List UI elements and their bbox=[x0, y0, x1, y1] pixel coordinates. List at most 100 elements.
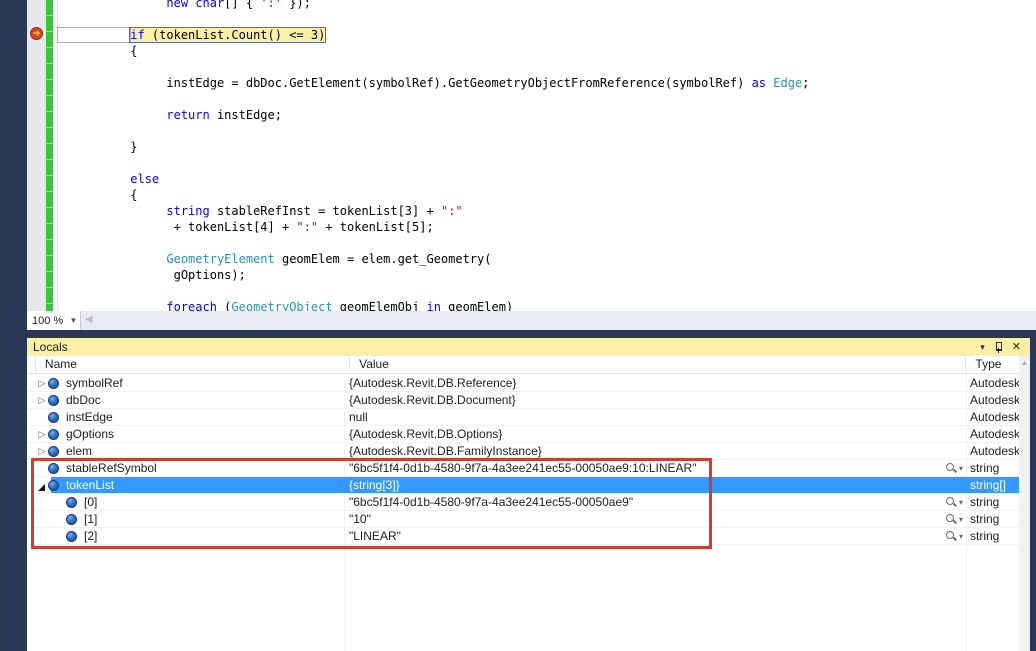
expander-collapsed-icon[interactable]: ▷ bbox=[36, 375, 48, 391]
code-token: instEdge; bbox=[210, 108, 282, 122]
code-line[interactable]: string stableRefInst = tokenList[3] + ":… bbox=[58, 203, 1036, 219]
variable-row[interactable]: ▷elem {Autodesk.Revit.DB.FamilyInstance} A… bbox=[27, 443, 1019, 460]
code-line[interactable]: else bbox=[58, 171, 1036, 187]
code-token: + tokenList[4] + bbox=[58, 220, 296, 234]
code-line[interactable] bbox=[58, 283, 1036, 299]
close-icon[interactable]: ✕ bbox=[1012, 342, 1021, 352]
variable-icon bbox=[66, 497, 77, 508]
expander-collapsed-icon[interactable]: ▷ bbox=[36, 443, 48, 459]
variable-value[interactable]: "6bc5f1f4-0d1b-4580-9f7a-4a3ee241ec55-00… bbox=[349, 495, 633, 509]
change-tracking-bar bbox=[46, 0, 53, 311]
column-header-value[interactable]: Value bbox=[350, 356, 966, 373]
scroll-up-arrow-icon[interactable]: ▲ bbox=[1019, 358, 1030, 367]
variable-row[interactable]: tokenList{string[3]}string[] bbox=[27, 477, 1019, 494]
variable-row[interactable]: [1]"10"▾string bbox=[27, 511, 1019, 528]
code-line[interactable] bbox=[58, 235, 1036, 251]
code-token: ; bbox=[802, 76, 809, 90]
scroll-left-arrow-icon[interactable]: ◀ bbox=[85, 314, 93, 325]
editor-zoom-select[interactable]: 100 % ▼ bbox=[27, 311, 81, 330]
breakpoint-current-statement-icon[interactable]: ➔ bbox=[30, 27, 43, 40]
variable-value[interactable]: {Autodesk.Revit.DB.FamilyInstance} bbox=[349, 444, 542, 458]
magnifier-dropdown-icon[interactable]: ▾ bbox=[959, 464, 963, 473]
name-cell: tokenList bbox=[27, 477, 344, 493]
variable-value[interactable]: {Autodesk.Revit.DB.Reference} bbox=[349, 376, 516, 390]
code-line[interactable]: GeometryElement geomElem = elem.get_Geom… bbox=[58, 251, 1036, 267]
code-token: + tokenList[5]; bbox=[318, 220, 434, 234]
column-header-type[interactable]: Type bbox=[966, 356, 1019, 373]
value-visualizer: ▾ bbox=[945, 530, 963, 542]
magnifier-icon[interactable] bbox=[945, 462, 957, 474]
magnifier-icon[interactable] bbox=[945, 513, 957, 525]
variable-row[interactable]: [0] "6bc5f1f4-0d1b-4580-9f7a-4a3ee241ec55… bbox=[27, 494, 1019, 511]
variable-value[interactable]: {Autodesk.Revit.DB.Options} bbox=[349, 427, 502, 441]
current-statement-highlight: if (tokenList.Count() <= 3) bbox=[130, 28, 325, 42]
locals-vertical-scrollbar[interactable]: ▲ bbox=[1019, 356, 1030, 651]
locals-grid-header[interactable]: Name Value Type bbox=[27, 356, 1019, 374]
code-token: ( bbox=[217, 300, 231, 311]
variable-value[interactable]: {Autodesk.Revit.DB.Document} bbox=[349, 393, 516, 407]
code-line[interactable] bbox=[58, 11, 1036, 27]
code-token: (tokenList.Count() <= 3) bbox=[145, 28, 326, 42]
code-line[interactable]: + tokenList[4] + ":" + tokenList[5]; bbox=[58, 219, 1036, 235]
code-line[interactable]: return instEdge; bbox=[58, 107, 1036, 123]
magnifier-dropdown-icon[interactable]: ▾ bbox=[959, 498, 963, 507]
magnifier-dropdown-icon[interactable]: ▾ bbox=[959, 532, 963, 541]
locals-titlebar[interactable]: Locals ▾✕ bbox=[27, 338, 1030, 356]
variable-value[interactable]: "6bc5f1f4-0d1b-4580-9f7a-4a3ee241ec55-00… bbox=[349, 461, 696, 475]
chevron-down-icon: ▼ bbox=[67, 316, 80, 325]
code-line[interactable]: new char[] { ':' }); bbox=[58, 0, 1036, 11]
value-cell: "6bc5f1f4-0d1b-4580-9f7a-4a3ee241ec55-00… bbox=[344, 494, 966, 510]
expander-collapsed-icon[interactable]: ▷ bbox=[36, 392, 48, 408]
code-token: ":" bbox=[441, 204, 463, 218]
code-editor[interactable]: ➔ new char[] { ':' }); if (tokenList.Cou… bbox=[27, 0, 1036, 311]
code-token: geomElem) bbox=[441, 300, 513, 311]
window-splitter[interactable] bbox=[0, 330, 1036, 338]
code-line[interactable] bbox=[58, 123, 1036, 139]
variable-value[interactable]: "LINEAR" bbox=[349, 529, 401, 543]
code-token: [] { bbox=[224, 0, 260, 10]
code-line[interactable]: instEdge = dbDoc.GetElement(symbolRef).G… bbox=[58, 75, 1036, 91]
type-cell: Autodesk.Revit.DB.FamilyInstance bbox=[966, 443, 1019, 459]
expander-expanded-icon[interactable] bbox=[38, 484, 45, 491]
code-area[interactable]: new char[] { ':' }); if (tokenList.Count… bbox=[58, 0, 1036, 311]
variable-value[interactable]: {string[3]} bbox=[349, 478, 400, 492]
value-cell: "6bc5f1f4-0d1b-4580-9f7a-4a3ee241ec55-00… bbox=[344, 460, 966, 476]
code-token bbox=[58, 0, 166, 10]
name-cell: [0] bbox=[27, 494, 344, 510]
code-line[interactable] bbox=[58, 155, 1036, 171]
code-line[interactable] bbox=[58, 59, 1036, 75]
magnifier-icon[interactable] bbox=[945, 530, 957, 542]
variable-value[interactable]: null bbox=[349, 410, 368, 424]
magnifier-icon[interactable] bbox=[945, 496, 957, 508]
code-line[interactable]: foreach (GeometryObject geomElemObj in g… bbox=[58, 299, 1036, 311]
code-line[interactable]: if (tokenList.Count() <= 3) bbox=[58, 27, 1036, 43]
variable-row[interactable]: ▷gOptions{Autodesk.Revit.DB.Options}Auto… bbox=[27, 426, 1019, 443]
variable-row[interactable]: ▷symbolRef{Autodesk.Revit.DB.Reference}A… bbox=[27, 375, 1019, 392]
breakpoint-gutter[interactable] bbox=[27, 0, 46, 311]
window-position-icon[interactable]: ▾ bbox=[980, 342, 985, 352]
variable-icon bbox=[48, 446, 59, 457]
variable-row[interactable]: instEdgenullAutodesk.Revit.DB.Edge bbox=[27, 409, 1019, 426]
name-cell: ▷elem bbox=[27, 443, 344, 459]
column-header-name[interactable]: Name bbox=[36, 356, 350, 373]
magnifier-dropdown-icon[interactable]: ▾ bbox=[959, 515, 963, 524]
expander-collapsed-icon[interactable]: ▷ bbox=[36, 426, 48, 442]
variable-icon bbox=[48, 463, 59, 474]
editor-horizontal-scrollbar[interactable]: 100 % ▼ ◀ bbox=[27, 311, 1036, 330]
variable-row[interactable]: stableRefSymbol "6bc5f1f4-0d1b-4580-9f7a-… bbox=[27, 460, 1019, 477]
code-token: foreach bbox=[166, 300, 217, 311]
variable-value[interactable]: "10" bbox=[349, 512, 371, 526]
code-line[interactable]: { bbox=[58, 43, 1036, 59]
name-cell: stableRefSymbol bbox=[27, 460, 344, 476]
code-line[interactable]: } bbox=[58, 139, 1036, 155]
variable-name: [2] bbox=[84, 529, 97, 543]
variable-name: gOptions bbox=[66, 427, 114, 441]
pin-icon[interactable] bbox=[994, 342, 1003, 353]
code-line[interactable] bbox=[58, 91, 1036, 107]
code-line[interactable]: { bbox=[58, 187, 1036, 203]
code-token: else bbox=[130, 172, 159, 186]
visual-studio-debug-window: ➔ new char[] { ':' }); if (tokenList.Cou… bbox=[0, 0, 1036, 651]
variable-row[interactable]: ▷dbDoc{Autodesk.Revit.DB.Document}Autode… bbox=[27, 392, 1019, 409]
variable-row[interactable]: [2]"LINEAR"▾string bbox=[27, 528, 1019, 545]
code-line[interactable]: gOptions); bbox=[58, 267, 1036, 283]
